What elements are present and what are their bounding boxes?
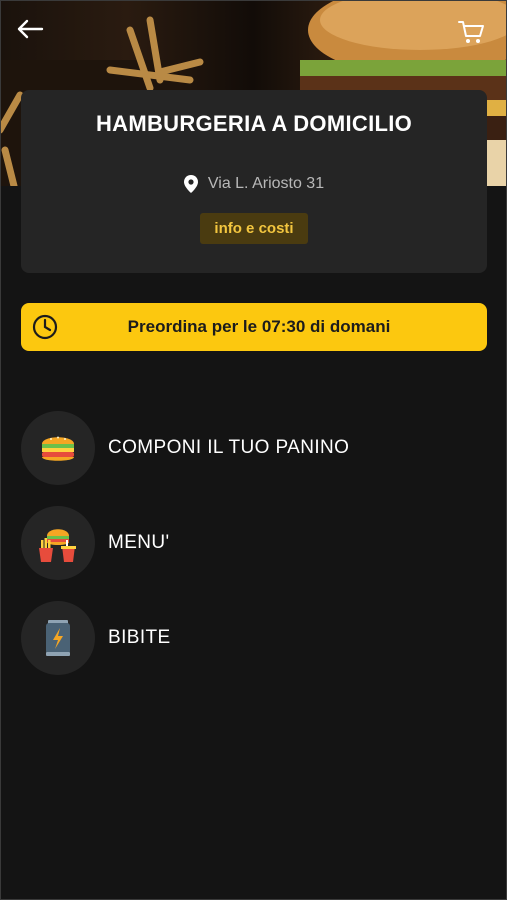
burger-fries-drink-icon bbox=[39, 529, 76, 562]
preorder-time: 07:30 bbox=[261, 317, 306, 336]
restaurant-name: HAMBURGERIA A DOMICILIO bbox=[95, 111, 413, 136]
category-label: BIBITE bbox=[108, 627, 171, 648]
category-icon-circle bbox=[21, 506, 95, 580]
category-bibite[interactable]: BIBITE bbox=[21, 601, 481, 675]
category-icon-circle bbox=[21, 601, 95, 675]
cart-button[interactable] bbox=[457, 18, 491, 52]
address-row: Via L. Ariosto 31 bbox=[183, 175, 325, 193]
preorder-suffix: di domani bbox=[310, 317, 391, 336]
category-icon-circle bbox=[21, 411, 95, 485]
category-label: COMPONI IL TUO PANINO bbox=[108, 437, 350, 458]
restaurant-card: HAMBURGERIA A DOMICILIO Via L. Ariosto 3… bbox=[21, 90, 487, 273]
address-text: Via L. Ariosto 31 bbox=[207, 175, 325, 192]
back-button[interactable] bbox=[16, 18, 50, 52]
arrow-left-icon bbox=[17, 19, 44, 39]
preorder-bar[interactable]: Preordina per le 07:30 di domani bbox=[21, 303, 487, 351]
category-label: MENU' bbox=[108, 532, 170, 553]
burger-icon bbox=[42, 436, 74, 461]
clock-icon bbox=[32, 314, 58, 340]
cart-icon bbox=[458, 21, 484, 43]
category-componi-panino[interactable]: COMPONI IL TUO PANINO bbox=[21, 411, 481, 485]
info-costs-button[interactable]: info e costi bbox=[200, 213, 308, 244]
location-pin-icon bbox=[183, 175, 198, 193]
preorder-prefix: Preordina per le bbox=[127, 317, 258, 336]
preorder-text: Preordina per le 07:30 di domani bbox=[21, 317, 487, 337]
energy-can-icon bbox=[46, 620, 70, 656]
category-menu[interactable]: MENU' bbox=[21, 506, 481, 580]
